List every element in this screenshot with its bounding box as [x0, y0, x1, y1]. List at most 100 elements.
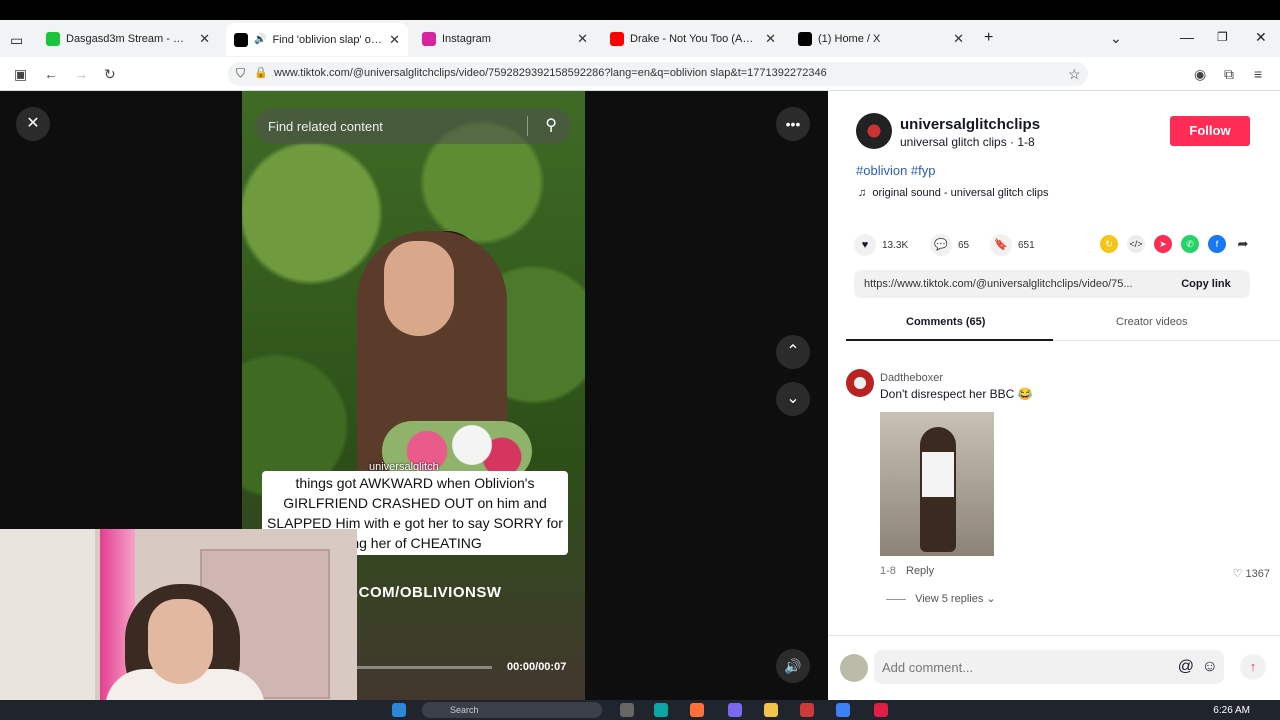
- extensions-icon[interactable]: ⧉: [1224, 66, 1234, 83]
- close-video-button[interactable]: ✕: [16, 107, 50, 141]
- comment-text: Don't disrespect her BBC 😂: [880, 387, 1033, 401]
- recorder-icon[interactable]: [874, 703, 888, 717]
- tab-comments[interactable]: Comments (65): [906, 316, 985, 328]
- details-panel: universalglitchclips universal glitch cl…: [828, 91, 1280, 700]
- copy-link-button[interactable]: Copy link: [1162, 270, 1250, 298]
- browser-tab-youtube[interactable]: Drake - Not You Too (Audio) ft. ✕: [602, 24, 784, 54]
- previous-video-button[interactable]: ⌃: [776, 335, 810, 369]
- sound-link[interactable]: ♫ original sound - universal glitch clip…: [858, 187, 1048, 199]
- webcam-wall: [0, 529, 95, 700]
- video-promo-text: .COM/OBLIVIONSW: [354, 584, 502, 601]
- comment-like-count[interactable]: ♡ 1367: [1233, 567, 1270, 580]
- task-view-icon[interactable]: [620, 703, 634, 717]
- kick-favicon-icon: [46, 32, 60, 46]
- mention-icon[interactable]: @: [1178, 658, 1194, 676]
- creator-username[interactable]: universalglitchclips: [900, 116, 1040, 133]
- view-replies-button[interactable]: View 5 replies ⌄: [886, 592, 996, 605]
- send-comment-button[interactable]: ↑: [1240, 654, 1266, 680]
- bookmark-star-icon[interactable]: ☆: [1068, 66, 1081, 83]
- emoji-icon[interactable]: ☺: [1202, 658, 1218, 676]
- embed-icon[interactable]: </>: [1127, 235, 1145, 253]
- account-icon[interactable]: ◉: [1194, 66, 1206, 83]
- video-hashtags[interactable]: #oblivion #fyp: [856, 163, 936, 178]
- heart-icon[interactable]: ♥: [854, 234, 876, 256]
- instagram-favicon-icon: [422, 32, 436, 46]
- heart-outline-icon[interactable]: ♡: [1233, 568, 1243, 580]
- user-avatar: [840, 654, 868, 682]
- related-search-input[interactable]: Find related content ⚲: [255, 108, 571, 144]
- facebook-icon[interactable]: f: [1208, 235, 1226, 253]
- chevron-down-icon[interactable]: ⌄: [1110, 30, 1122, 47]
- comment-icon[interactable]: 💬: [930, 234, 952, 256]
- browser-tab-stream[interactable]: Dasgasd3m Stream - Watch Liv ✕: [38, 24, 218, 54]
- sidebar-icon[interactable]: ▣: [14, 66, 27, 83]
- comment-image-shirt: [922, 452, 954, 497]
- music-note-icon: ♫: [858, 187, 867, 199]
- lock-icon[interactable]: 🔒: [254, 66, 268, 79]
- search-divider: [527, 116, 528, 136]
- tiktok-favicon-icon: [234, 32, 248, 47]
- taskbar-search[interactable]: Search: [422, 702, 602, 718]
- search-icon[interactable]: ⚲: [545, 115, 557, 135]
- video-time: 00:00/00:07: [507, 661, 567, 673]
- comment-stat[interactable]: 💬 65: [930, 234, 969, 256]
- browser-tab-tiktok[interactable]: 🔊 Find 'oblivion slap' on TikTo ✕: [226, 23, 408, 56]
- panel-tabs: Comments (65) Creator videos: [846, 307, 1280, 341]
- comment-image[interactable]: [880, 412, 994, 556]
- repost-icon[interactable]: ↻: [1100, 235, 1118, 253]
- browser-tab-instagram[interactable]: Instagram ✕: [414, 24, 596, 54]
- reply-button[interactable]: Reply: [906, 565, 934, 577]
- webcam-person-face: [148, 599, 213, 684]
- save-stat[interactable]: 🔖 651: [990, 234, 1035, 256]
- back-icon[interactable]: ←: [44, 66, 58, 82]
- folder-icon[interactable]: [764, 703, 778, 717]
- bookmark-icon[interactable]: 🔖: [990, 234, 1012, 256]
- shield-icon[interactable]: ⛉: [236, 66, 245, 81]
- chevron-down-icon: ⌄: [986, 593, 996, 605]
- volume-button[interactable]: 🔊: [776, 649, 810, 683]
- video-progress-bar[interactable]: [352, 666, 492, 669]
- close-icon[interactable]: ✕: [765, 31, 776, 47]
- close-icon[interactable]: ✕: [953, 31, 964, 47]
- speaker-icon: 🔊: [254, 34, 267, 45]
- tiktok-page: ✕ Find related content ⚲ universalglitch…: [0, 91, 1280, 700]
- url-text: www.tiktok.com/@universalglitchclips/vid…: [274, 67, 827, 79]
- menu-icon[interactable]: ≡: [1254, 66, 1262, 82]
- add-comment-input[interactable]: Add comment... @ ☺: [874, 650, 1224, 684]
- url-bar[interactable]: ⛉ 🔒 www.tiktok.com/@universalglitchclips…: [228, 62, 1088, 86]
- like-stat[interactable]: ♥ 13.3K: [854, 234, 908, 256]
- firefox-icon[interactable]: [690, 703, 704, 717]
- close-icon[interactable]: ✕: [577, 31, 588, 47]
- minimize-icon[interactable]: —: [1180, 29, 1194, 45]
- forward-icon[interactable]: →: [74, 66, 88, 82]
- follow-button[interactable]: Follow: [1170, 116, 1250, 146]
- close-window-icon[interactable]: ✕: [1255, 29, 1267, 46]
- comment-username[interactable]: Dadtheboxer: [880, 372, 943, 384]
- discord-icon[interactable]: [728, 703, 742, 717]
- whatsapp-icon[interactable]: ✆: [1181, 235, 1199, 253]
- store-icon[interactable]: [800, 703, 814, 717]
- share-arrow-icon[interactable]: ➦: [1234, 235, 1252, 253]
- app-icon[interactable]: [836, 703, 850, 717]
- restore-icon[interactable]: ❐: [1217, 30, 1228, 44]
- clock: 6:26 AM: [1213, 705, 1250, 716]
- more-options-button[interactable]: •••: [776, 107, 810, 141]
- close-icon[interactable]: ✕: [199, 31, 210, 47]
- video-link-field[interactable]: https://www.tiktok.com/@universalglitchc…: [854, 270, 1250, 298]
- active-tab-indicator: [846, 339, 1053, 341]
- new-tab-icon[interactable]: +: [984, 29, 993, 47]
- creator-avatar[interactable]: [856, 113, 892, 149]
- send-to-friends-icon[interactable]: ➤: [1154, 235, 1172, 253]
- tab-overview-icon[interactable]: ▭: [10, 32, 23, 49]
- start-icon[interactable]: [392, 703, 406, 717]
- creator-subname: universal glitch clips · 1-8: [900, 135, 1035, 149]
- tab-creator-videos[interactable]: Creator videos: [1116, 316, 1188, 328]
- edge-icon[interactable]: [654, 703, 668, 717]
- browser-tab-bar: ▭ Dasgasd3m Stream - Watch Liv ✕ 🔊 Find …: [0, 20, 1280, 57]
- close-icon[interactable]: ✕: [389, 32, 400, 48]
- reload-icon[interactable]: ↻: [104, 66, 116, 83]
- x-favicon-icon: [798, 32, 812, 46]
- comment-avatar[interactable]: [846, 369, 874, 397]
- next-video-button[interactable]: ⌄: [776, 382, 810, 416]
- browser-tab-x[interactable]: (1) Home / X ✕: [790, 24, 972, 54]
